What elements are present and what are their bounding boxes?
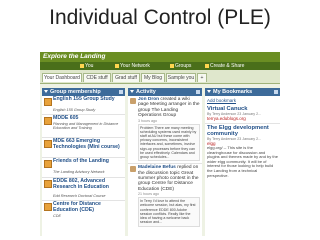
user-icon: [80, 63, 84, 68]
group-icon: [44, 160, 52, 168]
group-item[interactable]: English 155 Group Study English 155 Group…: [42, 96, 125, 115]
dashboard-tabs: Your Dashboard CDE stuff Grad stuff My B…: [40, 70, 280, 84]
chevron-down-icon[interactable]: [44, 90, 48, 94]
activity-excerpt: In Terry I'd love to attend the welcome …: [138, 197, 200, 227]
tab-cde-stuff[interactable]: CDE stuff: [83, 73, 111, 82]
landing-screenshot: Explore the Landing You Your Network Gro…: [40, 52, 280, 236]
nav-groups[interactable]: Groups: [170, 63, 191, 69]
top-bar: Explore the Landing: [40, 52, 280, 62]
bookmark-title[interactable]: The Elgg development community: [207, 125, 278, 137]
group-item[interactable]: Friends of the Landing The Landing Adviso…: [42, 158, 125, 178]
group-icon: [44, 140, 52, 148]
group-item[interactable]: EDDE 802, Advanced Research in Education…: [42, 178, 125, 201]
brand-name[interactable]: Explore the Landing: [43, 53, 105, 60]
group-icon: [44, 180, 52, 188]
main-nav: You Your Network Groups Create & Share: [40, 62, 280, 70]
group-item[interactable]: MDE 663 Emerging Technologies (Mini cour…: [42, 138, 125, 158]
avatar[interactable]: [130, 166, 136, 173]
create-icon: [205, 63, 209, 68]
groups-icon: [170, 63, 174, 68]
bookmarks-widget: My Bookmarks Add bookmark Virtual Canuck…: [205, 88, 280, 236]
tab-your-dashboard[interactable]: Your Dashboard: [42, 73, 82, 82]
group-item[interactable]: Centre for Distance Education (CDE) CDE: [42, 201, 125, 221]
activity-time: 21 hours ago: [138, 192, 159, 197]
widget-close-icon[interactable]: [119, 90, 123, 94]
bookmarks-header: My Bookmarks: [205, 88, 280, 96]
avatar[interactable]: [130, 98, 136, 104]
group-icon: [44, 117, 52, 125]
tab-add[interactable]: +: [197, 73, 207, 82]
widget-close-icon[interactable]: [196, 90, 200, 94]
group-icon: [44, 98, 52, 106]
bookmark-item: The Elgg development community By Terry …: [205, 124, 280, 180]
bookmark-link[interactable]: terrya.edublogs.org: [207, 116, 278, 121]
activity-item: Madelaine Befus replied on the discussio…: [128, 164, 202, 228]
group-membership-header: Group membership: [42, 88, 125, 96]
chevron-down-icon[interactable]: [207, 90, 211, 94]
activity-widget: Activity Jon Dron created a wiki page Me…: [128, 88, 202, 236]
slide-title: Individual Control (PLE): [49, 6, 271, 29]
nav-your-network[interactable]: Your Network: [115, 63, 150, 69]
network-icon: [115, 63, 119, 68]
group-membership-widget: Group membership English 155 Group Study…: [42, 88, 125, 236]
group-item[interactable]: MDDE 605 Planning and Management in Dista…: [42, 115, 125, 138]
bookmark-description: elgg.org/ -- This site is the clearingho…: [207, 145, 278, 178]
activity-header: Activity: [128, 88, 202, 96]
nav-you[interactable]: You: [80, 63, 93, 69]
bookmark-item: Virtual Canuck By Terry Anderson 23 Janu…: [205, 105, 280, 124]
tab-grad-stuff[interactable]: Grad stuff: [112, 73, 140, 82]
widget-close-icon[interactable]: [274, 90, 278, 94]
activity-time: 3 hours ago: [138, 118, 157, 123]
tab-my-blog[interactable]: My Blog: [141, 73, 165, 82]
activity-actor[interactable]: Madelaine Befus: [138, 165, 176, 170]
activity-item: Jon Dron created a wiki page Meeting arr…: [128, 96, 202, 165]
tab-sample-you[interactable]: Sample you: [166, 73, 196, 82]
nav-create-share[interactable]: Create & Share: [205, 63, 244, 69]
chevron-down-icon[interactable]: [130, 90, 134, 94]
activity-excerpt: Problem There are many meeting schedulin…: [138, 123, 200, 162]
group-icon: [44, 203, 52, 211]
add-bookmark-link[interactable]: Add bookmark: [205, 96, 280, 105]
